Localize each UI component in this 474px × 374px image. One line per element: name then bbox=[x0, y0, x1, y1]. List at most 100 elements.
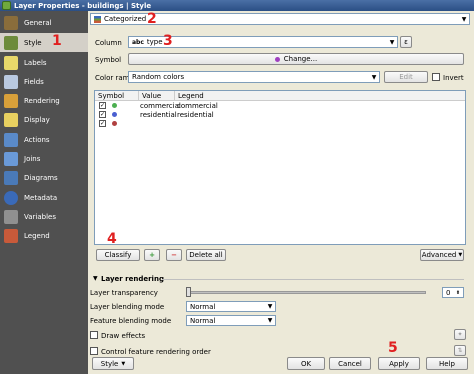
spinner-arrows-icon: ⬍ bbox=[455, 289, 461, 296]
help-button[interactable]: Help bbox=[426, 357, 468, 370]
order-settings-button[interactable]: ⇅ bbox=[454, 345, 466, 356]
renderer-value: Categorized bbox=[104, 15, 147, 23]
color-ramp-value: Random colors bbox=[132, 73, 185, 81]
chevron-down-icon: ▼ bbox=[458, 252, 463, 258]
layer-blending-select[interactable]: Normal ▼ bbox=[186, 301, 276, 312]
sidebar-item-joins[interactable]: Joins bbox=[0, 149, 88, 168]
sidebar-item-diagrams[interactable]: Diagrams bbox=[0, 168, 88, 187]
transparency-label: Layer transparency bbox=[90, 289, 158, 297]
feature-blending-value: Normal bbox=[190, 316, 216, 325]
blending-label: Layer blending mode bbox=[90, 303, 165, 311]
effects-settings-button[interactable]: ✦ bbox=[454, 329, 466, 340]
minus-icon: − bbox=[171, 251, 177, 259]
control-order-label: Control feature rendering order bbox=[101, 348, 211, 356]
delete-all-button[interactable]: Delete all bbox=[186, 249, 226, 261]
collapse-arrow-icon[interactable]: ▼ bbox=[93, 275, 98, 282]
edit-ramp-button[interactable]: Edit bbox=[384, 71, 428, 83]
row-value: commercial bbox=[140, 101, 181, 110]
legend-icon bbox=[4, 228, 18, 243]
apply-button[interactable]: Apply bbox=[378, 357, 420, 370]
sidebar-item-metadata[interactable]: Metadata bbox=[0, 188, 88, 207]
expression-button[interactable]: ε bbox=[400, 36, 412, 48]
sidebar-item-general[interactable]: General bbox=[0, 13, 88, 32]
cancel-button[interactable]: Cancel bbox=[329, 357, 371, 370]
sidebar-item-fields[interactable]: Fields bbox=[0, 72, 88, 91]
row-value: residential bbox=[140, 110, 177, 119]
header-value[interactable]: Value bbox=[139, 91, 175, 100]
table-row[interactable]: ✓ bbox=[95, 119, 465, 128]
style-panel: Categorized ▼ 2 Column abc type ▼ ε 3 Sy… bbox=[90, 11, 474, 374]
table-header: Symbol Value Legend bbox=[95, 91, 465, 101]
annotation-4: 4 bbox=[107, 231, 117, 247]
sidebar-item-rendering[interactable]: Rendering bbox=[0, 91, 88, 110]
classify-label: Classify bbox=[104, 251, 132, 259]
advanced-button[interactable]: Advanced ▼ bbox=[420, 249, 464, 261]
chevron-down-icon: ▼ bbox=[267, 303, 273, 310]
transparency-slider-track[interactable] bbox=[186, 291, 426, 294]
cancel-label: Cancel bbox=[338, 359, 362, 368]
star-icon: ✦ bbox=[457, 331, 463, 338]
draw-effects-checkbox[interactable] bbox=[90, 331, 98, 339]
sidebar-item-variables[interactable]: Variables bbox=[0, 207, 88, 226]
row-checkbox[interactable]: ✓ bbox=[99, 120, 106, 127]
classify-button[interactable]: Classify bbox=[96, 249, 140, 261]
annotation-5: 5 bbox=[388, 340, 398, 356]
layer-rendering-title: Layer rendering bbox=[101, 275, 164, 283]
row-legend: residential bbox=[177, 110, 214, 119]
window-title: Layer Properties - buildings | Style bbox=[14, 1, 152, 10]
header-symbol[interactable]: Symbol bbox=[95, 91, 139, 100]
qgis-app-icon bbox=[2, 1, 11, 10]
chevron-down-icon: ▼ bbox=[389, 38, 395, 46]
delete-all-label: Delete all bbox=[189, 251, 223, 259]
chevron-down-icon: ▼ bbox=[371, 73, 377, 81]
fields-icon bbox=[4, 74, 18, 89]
tools-icon bbox=[4, 15, 18, 30]
sidebar-item-labels[interactable]: Labels bbox=[0, 53, 88, 72]
title-bar: Layer Properties - buildings | Style bbox=[0, 0, 474, 11]
variables-icon bbox=[4, 209, 18, 224]
symbol-swatch-icon[interactable] bbox=[112, 112, 117, 117]
invert-label: Invert bbox=[443, 74, 464, 82]
string-type-icon: abc bbox=[132, 38, 144, 46]
sidebar-item-label: Display bbox=[24, 115, 50, 124]
info-icon bbox=[4, 190, 18, 205]
edit-ramp-label: Edit bbox=[399, 73, 413, 81]
sidebar-item-legend[interactable]: Legend bbox=[0, 226, 88, 245]
row-legend: commercial bbox=[177, 101, 218, 110]
row-checkbox[interactable]: ✓ bbox=[99, 111, 106, 118]
sidebar-item-label: Metadata bbox=[24, 193, 58, 202]
transparency-spinbox[interactable]: 0 ⬍ bbox=[442, 287, 464, 298]
symbol-swatch-icon[interactable] bbox=[112, 121, 117, 126]
help-label: Help bbox=[439, 359, 455, 368]
table-row[interactable]: ✓ residential residential bbox=[95, 110, 465, 119]
paintbrush-icon bbox=[4, 35, 18, 50]
column-label: Column bbox=[95, 39, 122, 47]
invert-checkbox[interactable] bbox=[432, 73, 440, 81]
add-category-button[interactable]: + bbox=[144, 249, 160, 261]
sidebar-item-label: Rendering bbox=[24, 96, 60, 105]
sidebar-item-style[interactable]: Style bbox=[0, 33, 88, 52]
symbol-swatch-icon[interactable] bbox=[112, 103, 117, 108]
sidebar-item-label: Actions bbox=[24, 135, 50, 144]
column-value: type bbox=[146, 38, 163, 46]
sidebar-item-actions[interactable]: Actions bbox=[0, 130, 88, 149]
sidebar-item-display[interactable]: Display bbox=[0, 110, 88, 129]
ok-button[interactable]: OK bbox=[287, 357, 325, 370]
style-menu-button[interactable]: Style ▼ bbox=[92, 357, 134, 370]
apply-label: Apply bbox=[389, 359, 409, 368]
sidebar-item-label: Diagrams bbox=[24, 173, 58, 182]
control-order-checkbox[interactable] bbox=[90, 347, 98, 355]
transparency-slider-handle[interactable] bbox=[186, 287, 191, 297]
feature-blending-select[interactable]: Normal ▼ bbox=[186, 315, 276, 326]
table-row[interactable]: ✓ commercial commercial bbox=[95, 101, 465, 110]
remove-category-button[interactable]: − bbox=[166, 249, 182, 261]
row-checkbox[interactable]: ✓ bbox=[99, 102, 106, 109]
ok-label: OK bbox=[300, 359, 312, 368]
color-ramp-select[interactable]: Random colors ▼ bbox=[128, 71, 380, 83]
sort-icon: ⇅ bbox=[457, 347, 463, 354]
sidebar-item-label: Fields bbox=[24, 77, 44, 86]
change-symbol-button[interactable]: Change... bbox=[128, 53, 464, 65]
change-symbol-label: Change... bbox=[283, 55, 318, 63]
header-legend[interactable]: Legend bbox=[175, 91, 465, 100]
section-divider bbox=[162, 279, 464, 280]
